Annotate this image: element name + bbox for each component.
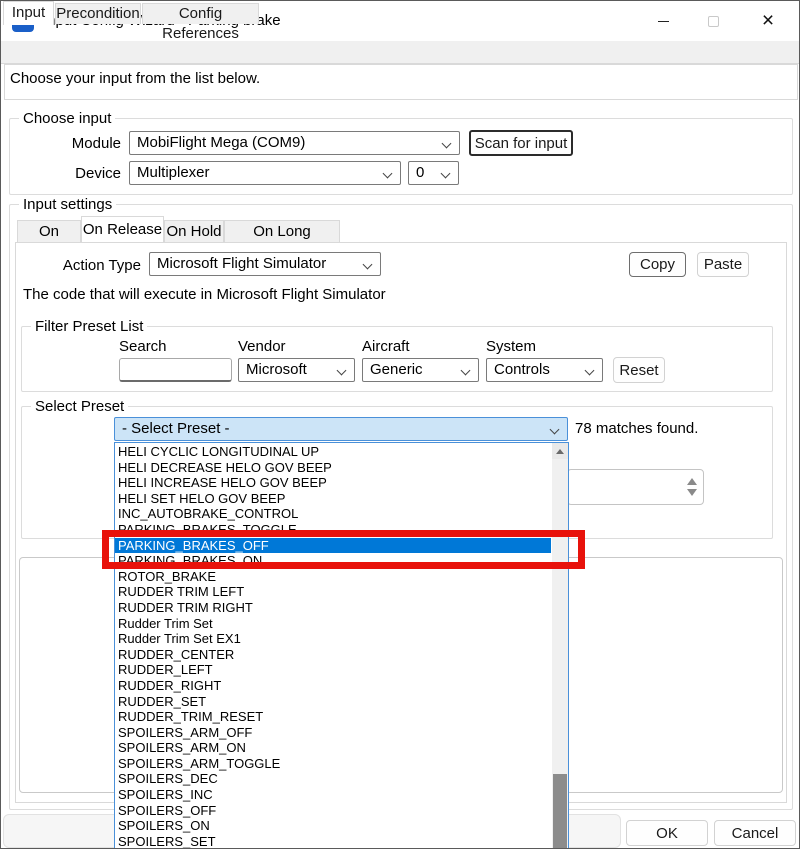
list-item[interactable]: HELI INCREASE HELO GOV BEEP [115, 475, 551, 491]
module-value: MobiFlight Mega (COM9) [137, 134, 305, 151]
module-label: Module [41, 135, 121, 152]
aircraft-value: Generic [370, 361, 423, 378]
tab-on-press[interactable]: On Press [17, 220, 81, 242]
filter-preset-legend: Filter Preset List [31, 318, 147, 335]
list-item[interactable]: Rudder Trim Set EX1 [115, 631, 551, 647]
list-item[interactable]: SPOILERS_DEC [115, 771, 551, 787]
list-item[interactable]: RUDDER_RIGHT [115, 678, 551, 694]
list-item[interactable]: HELI SET HELO GOV BEEP [115, 491, 551, 507]
scrollbar-thumb[interactable] [553, 774, 567, 848]
scan-for-input-button[interactable]: Scan for input [469, 130, 573, 156]
tab-on-hold[interactable]: On Hold [164, 220, 224, 242]
code-note-text: The code that will execute in Microsoft … [23, 286, 386, 303]
scroll-up-button[interactable] [552, 443, 568, 459]
device-select[interactable]: Multiplexer [129, 161, 401, 185]
close-button[interactable]: × [746, 1, 790, 41]
dropdown-scrollbar[interactable] [552, 443, 568, 849]
spinner-down-icon[interactable] [687, 489, 697, 496]
value-spinner[interactable] [567, 469, 704, 505]
maximize-button [691, 1, 735, 41]
vendor-label: Vendor [238, 338, 286, 355]
action-type-label: Action Type [41, 257, 141, 274]
chevron-down-icon [337, 366, 347, 376]
chevron-down-icon [441, 169, 451, 179]
system-select[interactable]: Controls [486, 358, 603, 382]
action-type-value: Microsoft Flight Simulator [157, 255, 326, 272]
maximize-icon [708, 16, 719, 27]
list-item[interactable]: Rudder Trim Set [115, 616, 551, 632]
search-label: Search [119, 338, 167, 355]
minimize-icon [658, 21, 669, 22]
preset-dropdown-list: HELI CYCLIC LONGITUDINAL UPHELI DECREASE… [114, 442, 569, 849]
chevron-down-icon [461, 366, 471, 376]
ok-button[interactable]: OK [626, 820, 708, 846]
chevron-down-icon [585, 366, 595, 376]
preset-select[interactable]: - Select Preset - [114, 417, 568, 441]
list-item[interactable]: RUDDER TRIM LEFT [115, 584, 551, 600]
vendor-value: Microsoft [246, 361, 307, 378]
close-icon: × [762, 1, 774, 41]
device-value: Multiplexer [137, 164, 210, 181]
list-item[interactable]: SPOILERS_ARM_TOGGLE [115, 756, 551, 772]
reset-button[interactable]: Reset [613, 357, 665, 383]
preset-select-value: - Select Preset - [122, 420, 230, 437]
cancel-button[interactable]: Cancel [714, 820, 796, 846]
list-item[interactable]: RUDDER_LEFT [115, 662, 551, 678]
tab-on-long-release[interactable]: On Long Release [224, 220, 340, 242]
chevron-down-icon [550, 425, 560, 435]
minimize-button[interactable] [641, 1, 685, 41]
channel-select[interactable]: 0 [408, 161, 459, 185]
scroll-up-icon [556, 449, 564, 454]
system-value: Controls [494, 361, 550, 378]
list-item[interactable]: SPOILERS_ON [115, 818, 551, 834]
tab-config-references[interactable]: Config References [142, 3, 259, 24]
list-item[interactable]: RUDDER TRIM RIGHT [115, 600, 551, 616]
list-item[interactable]: SPOILERS_OFF [115, 803, 551, 819]
chevron-down-icon [383, 169, 393, 179]
copy-button[interactable]: Copy [629, 252, 686, 277]
search-input[interactable] [119, 358, 232, 382]
module-select[interactable]: MobiFlight Mega (COM9) [129, 131, 460, 155]
list-item[interactable]: RUDDER_CENTER [115, 647, 551, 663]
list-item[interactable]: RUDDER_SET [115, 694, 551, 710]
paste-button[interactable]: Paste [697, 252, 749, 277]
list-item[interactable]: SPOILERS_ARM_ON [115, 740, 551, 756]
chevron-down-icon [442, 139, 452, 149]
aircraft-label: Aircraft [362, 338, 410, 355]
vendor-select[interactable]: Microsoft [238, 358, 355, 382]
tab-precondition[interactable]: Precondition [55, 3, 141, 24]
aircraft-select[interactable]: Generic [362, 358, 479, 382]
description-panel: Choose your input from the list below. [4, 64, 798, 100]
spinner-up-icon[interactable] [687, 478, 697, 485]
select-preset-legend: Select Preset [31, 398, 128, 415]
list-item[interactable]: SPOILERS_ARM_OFF [115, 725, 551, 741]
description-text: Choose your input from the list below. [10, 70, 260, 87]
tab-on-release[interactable]: On Release [81, 216, 164, 242]
list-item[interactable]: INC_AUTOBRAKE_CONTROL [115, 506, 551, 522]
choose-input-group: Choose input [9, 118, 793, 195]
list-item[interactable]: HELI DECREASE HELO GOV BEEP [115, 460, 551, 476]
system-label: System [486, 338, 536, 355]
annotation-highlight-box [102, 530, 585, 569]
list-item[interactable]: ROTOR_BRAKE [115, 569, 551, 585]
input-settings-legend: Input settings [19, 196, 116, 213]
channel-value: 0 [416, 164, 424, 181]
action-type-select[interactable]: Microsoft Flight Simulator [149, 252, 381, 276]
main-tab-strip [1, 41, 799, 64]
list-item[interactable]: RUDDER_TRIM_RESET [115, 709, 551, 725]
choose-input-legend: Choose input [19, 110, 115, 127]
device-label: Device [41, 165, 121, 182]
list-item[interactable]: HELI CYCLIC LONGITUDINAL UP [115, 444, 551, 460]
preset-items: HELI CYCLIC LONGITUDINAL UPHELI DECREASE… [115, 444, 551, 849]
list-item[interactable]: SPOILERS_INC [115, 787, 551, 803]
matches-found-text: 78 matches found. [575, 420, 698, 437]
tab-input[interactable]: Input [3, 1, 54, 25]
chevron-down-icon [363, 260, 373, 270]
list-item[interactable]: SPOILERS_SET [115, 834, 551, 849]
input-config-wizard-window: MF Input Config Wizard - Parking brake ×… [0, 0, 800, 849]
